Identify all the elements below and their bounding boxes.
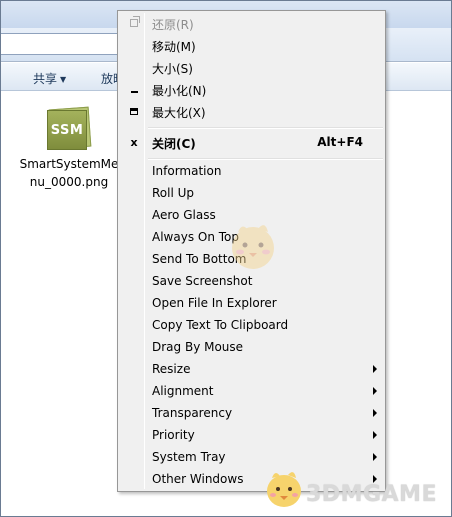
menu-item-close[interactable]: x 关闭(C) Alt+F4 bbox=[120, 131, 383, 153]
menu-item-label: Priority bbox=[152, 428, 195, 442]
shortcut-label: Alt+F4 bbox=[317, 135, 363, 149]
site-watermark: 3DMGAME bbox=[262, 466, 448, 510]
minimize-icon bbox=[123, 78, 145, 100]
menu-item-label: Information bbox=[152, 164, 222, 178]
menu-item-system-tray[interactable]: System Tray bbox=[120, 446, 383, 468]
address-input[interactable] bbox=[1, 33, 131, 55]
watermark-text: 3DMGAME bbox=[306, 482, 437, 507]
menu-item-size[interactable]: 大小(S) bbox=[120, 56, 383, 78]
menu-item-label: Aero Glass bbox=[152, 208, 216, 222]
chevron-down-icon: ▼ bbox=[60, 75, 67, 84]
ssm-logo: SSM bbox=[47, 110, 87, 150]
menu-item-drag-by-mouse[interactable]: Drag By Mouse bbox=[120, 336, 383, 358]
menu-separator bbox=[148, 127, 383, 129]
menu-item-label: Save Screenshot bbox=[152, 274, 253, 288]
menu-item-label: 还原(R) bbox=[152, 18, 194, 32]
menu-item-open-file-in-explorer[interactable]: Open File In Explorer bbox=[120, 292, 383, 314]
menu-item-save-screenshot[interactable]: Save Screenshot bbox=[120, 270, 383, 292]
submenu-arrow-icon bbox=[373, 409, 377, 417]
menu-item-label: Roll Up bbox=[152, 186, 195, 200]
menu-item-copy-text-to-clipboard[interactable]: Copy Text To Clipboard bbox=[120, 314, 383, 336]
menu-item-label: Other Windows bbox=[152, 472, 244, 486]
menu-item-restore[interactable]: 还原(R) bbox=[120, 12, 383, 34]
restore-icon bbox=[123, 12, 145, 34]
menu-item-label: 最小化(N) bbox=[152, 84, 207, 98]
submenu-arrow-icon bbox=[373, 387, 377, 395]
menu-item-information[interactable]: Information bbox=[120, 160, 383, 182]
mascot-watermark-icon bbox=[232, 225, 274, 269]
menu-item-transparency[interactable]: Transparency bbox=[120, 402, 383, 424]
file-name-label[interactable]: SmartSystemMenu_0000.png bbox=[19, 155, 119, 191]
share-button[interactable]: 共享 ▼ bbox=[33, 70, 66, 87]
menu-item-label: System Tray bbox=[152, 450, 226, 464]
menu-item-roll-up[interactable]: Roll Up bbox=[120, 182, 383, 204]
submenu-arrow-icon bbox=[373, 431, 377, 439]
menu-item-move[interactable]: 移动(M) bbox=[120, 34, 383, 56]
file-thumbnail-icon[interactable]: SSM bbox=[45, 105, 93, 153]
submenu-arrow-icon bbox=[373, 365, 377, 373]
menu-item-minimize[interactable]: 最小化(N) bbox=[120, 78, 383, 100]
menu-item-resize[interactable]: Resize bbox=[120, 358, 383, 380]
menu-item-label: Transparency bbox=[152, 406, 233, 420]
menu-item-priority[interactable]: Priority bbox=[120, 424, 383, 446]
menu-item-label: Always On Top bbox=[152, 230, 239, 244]
menu-item-label: 关闭(C) bbox=[152, 137, 196, 151]
submenu-arrow-icon bbox=[373, 453, 377, 461]
menu-item-maximize[interactable]: 最大化(X) bbox=[120, 100, 383, 122]
menu-item-label: Open File In Explorer bbox=[152, 296, 277, 310]
menu-item-label: Resize bbox=[152, 362, 191, 376]
menu-item-label: Drag By Mouse bbox=[152, 340, 244, 354]
menu-item-label: 移动(M) bbox=[152, 40, 196, 54]
menu-item-label: 大小(S) bbox=[152, 62, 193, 76]
maximize-icon bbox=[123, 100, 145, 122]
menu-item-alignment[interactable]: Alignment bbox=[120, 380, 383, 402]
share-label: 共享 bbox=[33, 72, 58, 86]
menu-item-label: 最大化(X) bbox=[152, 106, 206, 120]
menu-item-label: Copy Text To Clipboard bbox=[152, 318, 289, 332]
close-icon: x bbox=[130, 135, 138, 149]
chick-logo-icon bbox=[267, 472, 301, 507]
menu-item-label: Alignment bbox=[152, 384, 214, 398]
